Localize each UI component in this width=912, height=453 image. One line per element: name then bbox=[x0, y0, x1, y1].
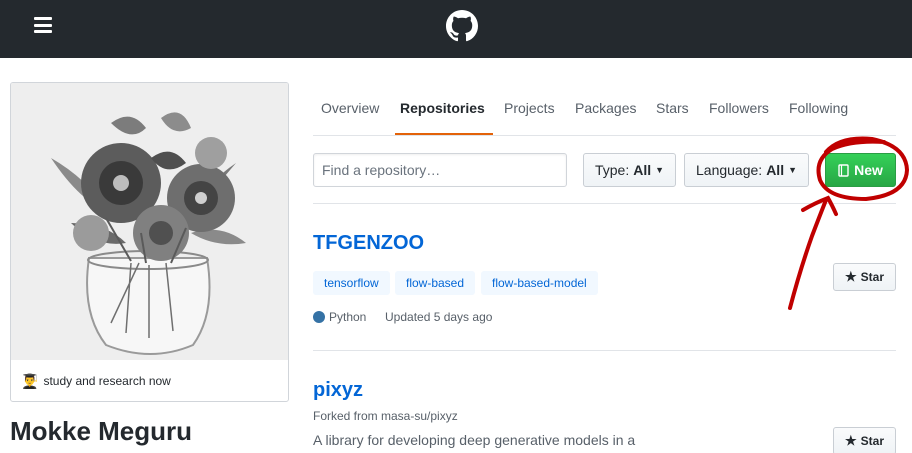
caret-down-icon: ▼ bbox=[788, 165, 797, 175]
repo-updated: Updated 5 days ago bbox=[385, 310, 493, 324]
tab-projects[interactable]: Projects bbox=[504, 100, 555, 116]
repo-divider bbox=[313, 350, 896, 351]
language-filter-label: Language: bbox=[696, 162, 763, 178]
tab-followers[interactable]: Followers bbox=[709, 100, 769, 116]
type-filter-value: All bbox=[633, 162, 652, 178]
language-filter-value: All bbox=[766, 162, 785, 178]
caret-down-icon: ▼ bbox=[655, 165, 665, 175]
star-icon: ★ bbox=[845, 269, 857, 284]
tab-stars[interactable]: Stars bbox=[656, 100, 689, 116]
user-status[interactable]: 👨‍🎓 study and research now bbox=[21, 371, 171, 391]
forked-from-link[interactable]: Forked from masa-su/pixyz bbox=[313, 409, 458, 423]
star-button[interactable]: ★ Star bbox=[833, 263, 896, 291]
new-repository-button[interactable]: New bbox=[825, 153, 896, 187]
find-repository-input[interactable] bbox=[313, 153, 567, 187]
github-octocat-icon[interactable] bbox=[446, 10, 478, 42]
language-name: Python bbox=[329, 310, 367, 324]
graduate-emoji-icon: 👨‍🎓 bbox=[21, 372, 39, 389]
type-filter-select[interactable]: Type: All ▼ bbox=[583, 153, 676, 187]
profile-tabs: Overview Repositories Projects Packages … bbox=[313, 82, 896, 136]
tab-packages[interactable]: Packages bbox=[575, 100, 636, 116]
topic-tag[interactable]: flow-based bbox=[395, 271, 476, 295]
language-color-dot bbox=[313, 311, 325, 323]
repo-language: Python bbox=[313, 310, 366, 324]
profile-avatar-card: 👨‍🎓 study and research now bbox=[10, 82, 289, 402]
avatar[interactable] bbox=[11, 83, 288, 360]
tab-following[interactable]: Following bbox=[789, 100, 848, 116]
status-text: study and research now bbox=[43, 374, 171, 388]
top-navigation-bar bbox=[0, 0, 912, 58]
star-button[interactable]: ★ Star bbox=[833, 427, 896, 453]
tab-overview[interactable]: Overview bbox=[321, 100, 379, 116]
new-button-label: New bbox=[854, 162, 883, 178]
star-icon: ★ bbox=[845, 433, 857, 448]
repo-name-link[interactable]: pixyz bbox=[313, 379, 363, 402]
topic-tag[interactable]: tensorflow bbox=[313, 271, 390, 295]
selected-tab-underline bbox=[395, 133, 493, 135]
repo-name-link[interactable]: TFGENZOO bbox=[313, 232, 424, 255]
profile-name: Mokke Meguru bbox=[10, 416, 193, 446]
topic-tag[interactable]: flow-based-model bbox=[481, 271, 598, 295]
language-filter-select[interactable]: Language: All ▼ bbox=[684, 153, 809, 187]
repo-description: A library for developing deep generative… bbox=[313, 432, 636, 448]
repo-book-icon bbox=[838, 163, 849, 177]
type-filter-label: Type: bbox=[594, 162, 630, 178]
filter-divider bbox=[313, 203, 896, 204]
star-label: Star bbox=[860, 270, 884, 284]
tab-repositories[interactable]: Repositories bbox=[400, 100, 485, 116]
hamburger-icon[interactable] bbox=[34, 17, 52, 33]
star-label: Star bbox=[860, 434, 884, 448]
